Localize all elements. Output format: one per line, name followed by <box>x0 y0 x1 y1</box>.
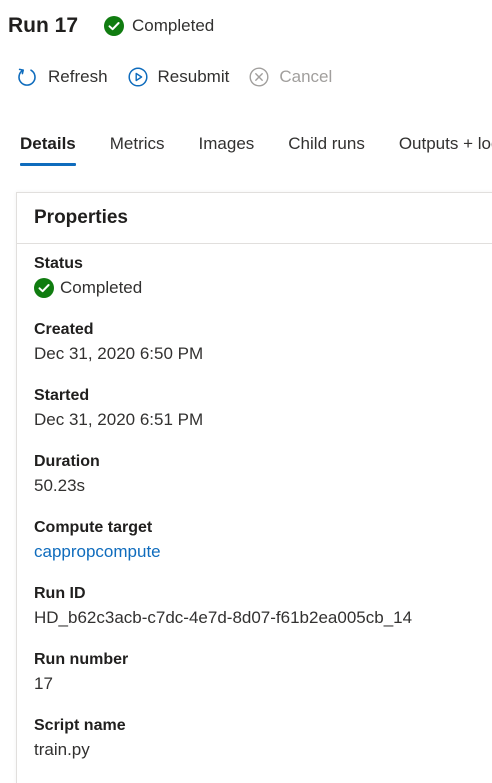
play-circle-icon <box>127 67 148 87</box>
property-label: Started <box>34 387 90 404</box>
property-value: 50.23s <box>34 476 86 495</box>
property-value: 17 <box>34 674 53 693</box>
property-created: Created Dec 31, 2020 6:50 PM <box>34 320 492 366</box>
tab-images[interactable]: Images <box>199 134 255 166</box>
property-started: Started Dec 31, 2020 6:51 PM <box>34 386 492 432</box>
property-value: train.py <box>34 740 90 759</box>
property-label: Created <box>34 321 94 338</box>
tab-child-runs[interactable]: Child runs <box>288 134 365 166</box>
property-label: Run ID <box>34 585 86 602</box>
cancel-button[interactable]: Cancel <box>249 67 332 87</box>
property-label: Compute target <box>34 519 153 536</box>
property-value: HD_b62c3acb-c7dc-4e7d-8d07-f61b2ea005cb_… <box>34 608 413 627</box>
property-label: Duration <box>34 453 100 470</box>
refresh-button[interactable]: Refresh <box>16 66 108 88</box>
property-value: Completed <box>34 276 492 300</box>
cancel-label: Cancel <box>279 67 333 86</box>
check-circle-icon <box>34 278 54 298</box>
property-label: Run number <box>34 651 129 668</box>
refresh-icon <box>16 66 38 88</box>
tab-details[interactable]: Details <box>20 134 76 166</box>
property-script-name: Script name train.py <box>34 716 492 762</box>
property-status: Status Completed <box>34 254 492 300</box>
status-text: Completed <box>132 16 215 35</box>
tab-bar: Details Metrics Images Child runs Output… <box>20 134 492 166</box>
property-run-number: Run number 17 <box>34 650 492 696</box>
compute-target-link[interactable]: cappropcompute <box>34 540 492 564</box>
toolbar: Refresh Resubmit Cancel <box>16 66 352 88</box>
property-run-id: Run ID HD_b62c3acb-c7dc-4e7d-8d07-f61b2e… <box>34 584 492 630</box>
property-value: Dec 31, 2020 6:50 PM <box>34 344 204 363</box>
property-label: Script name <box>34 717 126 734</box>
property-value: Dec 31, 2020 6:51 PM <box>34 410 204 429</box>
refresh-label: Refresh <box>48 67 108 86</box>
check-circle-icon <box>104 16 125 36</box>
run-header: Run 17 Completed <box>8 14 214 38</box>
property-label: Status <box>34 255 83 272</box>
status-badge: Completed <box>104 16 214 36</box>
tab-metrics[interactable]: Metrics <box>110 134 165 166</box>
resubmit-button[interactable]: Resubmit <box>127 67 230 87</box>
resubmit-label: Resubmit <box>157 67 230 86</box>
properties-title: Properties <box>17 193 492 244</box>
page-title: Run 17 <box>8 14 79 37</box>
status-value: Completed <box>60 278 143 297</box>
property-duration: Duration 50.23s <box>34 452 492 498</box>
cancel-circle-icon <box>249 67 269 87</box>
tab-outputs-logs[interactable]: Outputs + logs <box>399 134 492 166</box>
properties-list: Status Completed Created Dec 31, 2020 6:… <box>17 244 492 762</box>
properties-card: Properties Status Completed Created Dec … <box>16 192 492 783</box>
property-compute-target: Compute target cappropcompute <box>34 518 492 564</box>
